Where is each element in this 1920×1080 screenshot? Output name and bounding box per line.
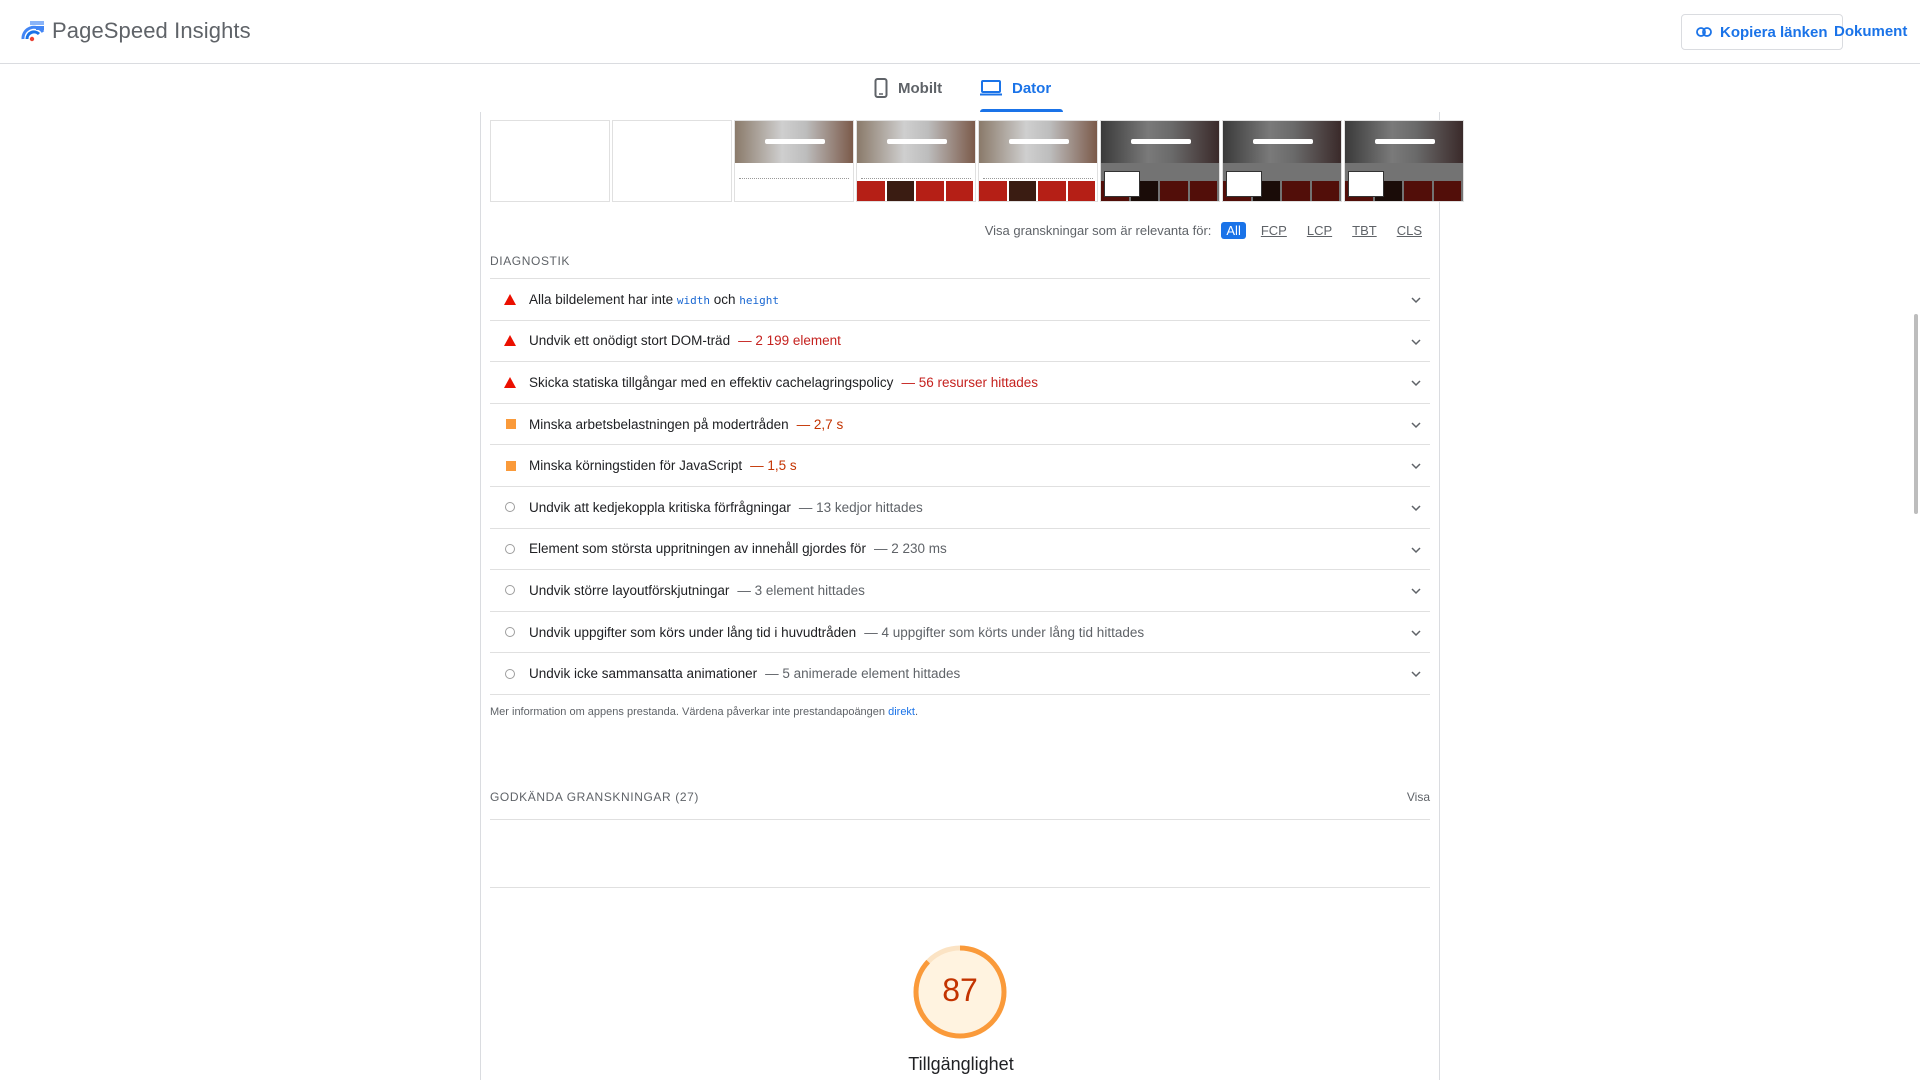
laptop-icon — [980, 80, 1002, 96]
filmstrip-frame — [978, 120, 1098, 202]
fail-triangle-icon — [503, 292, 517, 306]
audit-detail: — 2 230 ms — [873, 541, 947, 557]
audit-detail: — 4 uppgifter som körts under lång tid h… — [864, 624, 1145, 640]
info-circle-icon — [503, 542, 517, 556]
filmstrip-frame — [856, 120, 976, 202]
copy-link-button[interactable]: Kopiera länken — [1681, 14, 1843, 50]
audit-title: Undvik att kedjekoppla kritiska förfrågn… — [529, 499, 791, 515]
device-tabs: Mobilt Dator — [0, 64, 1920, 112]
audit-title: Element som största uppritningen av inne… — [529, 541, 866, 557]
metric-filter-label: Visa granskningar som är relevanta för: — [984, 223, 1212, 238]
audit-row[interactable]: Undvik ett onödigt stort DOM-träd — 2 19… — [490, 321, 1430, 363]
tab-mobile[interactable]: Mobilt — [874, 64, 942, 112]
chevron-down-icon — [1411, 588, 1421, 595]
logo[interactable]: PageSpeed Insights — [20, 18, 251, 44]
accessibility-label: Tillgänglighet — [908, 1054, 1014, 1074]
docs-link[interactable]: Dokument — [1834, 23, 1907, 40]
audit-row[interactable]: Minska arbetsbelastningen på modertråden… — [490, 404, 1430, 446]
filmstrip-frame — [1100, 120, 1220, 202]
filmstrip-frame — [490, 120, 610, 202]
top-app-bar: PageSpeed Insights Kopiera länken Dokume… — [0, 0, 1920, 64]
filmstrip-frame — [1222, 120, 1342, 202]
audit-row[interactable]: Undvik uppgifter som körs under lång tid… — [490, 612, 1430, 654]
chevron-down-icon — [1411, 671, 1421, 678]
audit-row[interactable]: Undvik att kedjekoppla kritiska förfrågn… — [490, 487, 1430, 529]
average-square-icon — [503, 459, 517, 473]
filmstrip-frame — [734, 120, 854, 202]
audit-detail: — 56 resurser hittades — [901, 374, 1038, 390]
app-title: PageSpeed Insights — [52, 18, 251, 43]
audit-row[interactable]: Skicka statiska tillgångar med en effekt… — [490, 362, 1430, 404]
filter-tbt[interactable]: TBT — [1347, 222, 1382, 239]
audit-row[interactable]: Alla bildelement har inte width och heig… — [490, 279, 1430, 321]
info-circle-icon — [503, 625, 517, 639]
filmstrip — [490, 120, 1466, 202]
audit-row[interactable]: Undvik icke sammansatta animationer — 5 … — [490, 653, 1430, 695]
section-divider — [490, 887, 1430, 888]
scrollbar-thumb[interactable] — [1914, 314, 1918, 514]
filter-fcp[interactable]: FCP — [1256, 222, 1292, 239]
passed-audits-title: GODKÄNDA GRANSKNINGAR (27) — [490, 790, 699, 804]
report-panel: Visa granskningar som är relevanta för: … — [480, 112, 1464, 1080]
average-square-icon — [503, 417, 517, 431]
audit-detail: — 13 kedjor hittades — [798, 499, 923, 515]
info-circle-icon — [503, 500, 517, 514]
show-passed-button[interactable]: Visa — [1407, 790, 1430, 804]
audit-row[interactable]: Undvik större layoutförskjutningar — 3 e… — [490, 570, 1430, 612]
audit-title: Minska arbetsbelastningen på modertråden — [529, 416, 789, 432]
chevron-down-icon — [1411, 380, 1421, 387]
chevron-down-icon — [1411, 630, 1421, 636]
audit-row[interactable]: Element som största uppritningen av inne… — [490, 529, 1430, 571]
filter-lcp[interactable]: LCP — [1302, 222, 1337, 239]
info-circle-icon — [503, 583, 517, 597]
copy-link-label: Kopiera länken — [1720, 23, 1828, 41]
fail-triangle-icon — [503, 334, 517, 348]
fail-triangle-icon — [503, 375, 517, 389]
chevron-down-icon — [1411, 339, 1421, 345]
audit-title: Undvik icke sammansatta animationer — [529, 666, 758, 682]
chevron-down-icon — [1411, 505, 1421, 512]
audit-title: Alla bildelement har inte width och heig… — [529, 291, 779, 307]
chevron-down-icon — [1411, 297, 1421, 304]
filter-all[interactable]: All — [1221, 222, 1246, 239]
pagespeed-logo-icon — [21, 21, 45, 42]
chevron-down-icon — [1411, 463, 1421, 470]
phone-icon — [874, 78, 888, 98]
tab-mobile-label: Mobilt — [898, 79, 943, 97]
tab-desktop[interactable]: Dator — [980, 64, 1064, 112]
audit-detail: — 1,5 s — [750, 458, 797, 474]
filmstrip-frame — [612, 120, 732, 202]
diagnostics-footnote: Mer information om appens prestanda. Vär… — [490, 706, 919, 718]
diagnostics-title: DIAGNOSTIK — [490, 254, 571, 268]
audit-title: Undvik större layoutförskjutningar — [529, 582, 730, 598]
audit-title: Minska körningstiden för JavaScript — [529, 458, 743, 474]
metric-filter: Visa granskningar som är relevanta för: … — [985, 222, 1427, 239]
audit-title: Undvik uppgifter som körs under lång tid… — [529, 624, 857, 640]
audit-title: Undvik ett onödigt stort DOM-träd — [529, 333, 731, 349]
filter-cls[interactable]: CLS — [1392, 222, 1427, 239]
audit-detail: — 3 element hittades — [737, 582, 865, 598]
chevron-down-icon — [1411, 422, 1421, 428]
diagnostics-list: Alla bildelement har inte width och heig… — [490, 278, 1430, 695]
audit-row[interactable]: Minska körningstiden för JavaScript — 1,… — [490, 445, 1430, 487]
link-icon — [1696, 27, 1712, 37]
passed-audits-section[interactable]: GODKÄNDA GRANSKNINGAR (27) Visa — [490, 776, 1430, 820]
info-circle-icon — [503, 667, 517, 681]
footnote-link[interactable]: direkt — [888, 706, 915, 718]
audit-detail: — 2 199 element — [738, 333, 841, 349]
accessibility-score-value: 87 — [942, 972, 978, 1008]
tab-desktop-label: Dator — [1012, 79, 1052, 97]
filmstrip-frame — [1344, 120, 1464, 202]
audit-detail: — 2,7 s — [796, 416, 844, 432]
chevron-down-icon — [1411, 547, 1421, 553]
audit-detail: — 5 animerade element hittades — [765, 666, 961, 682]
audit-title: Skicka statiska tillgångar med en effekt… — [529, 374, 894, 390]
